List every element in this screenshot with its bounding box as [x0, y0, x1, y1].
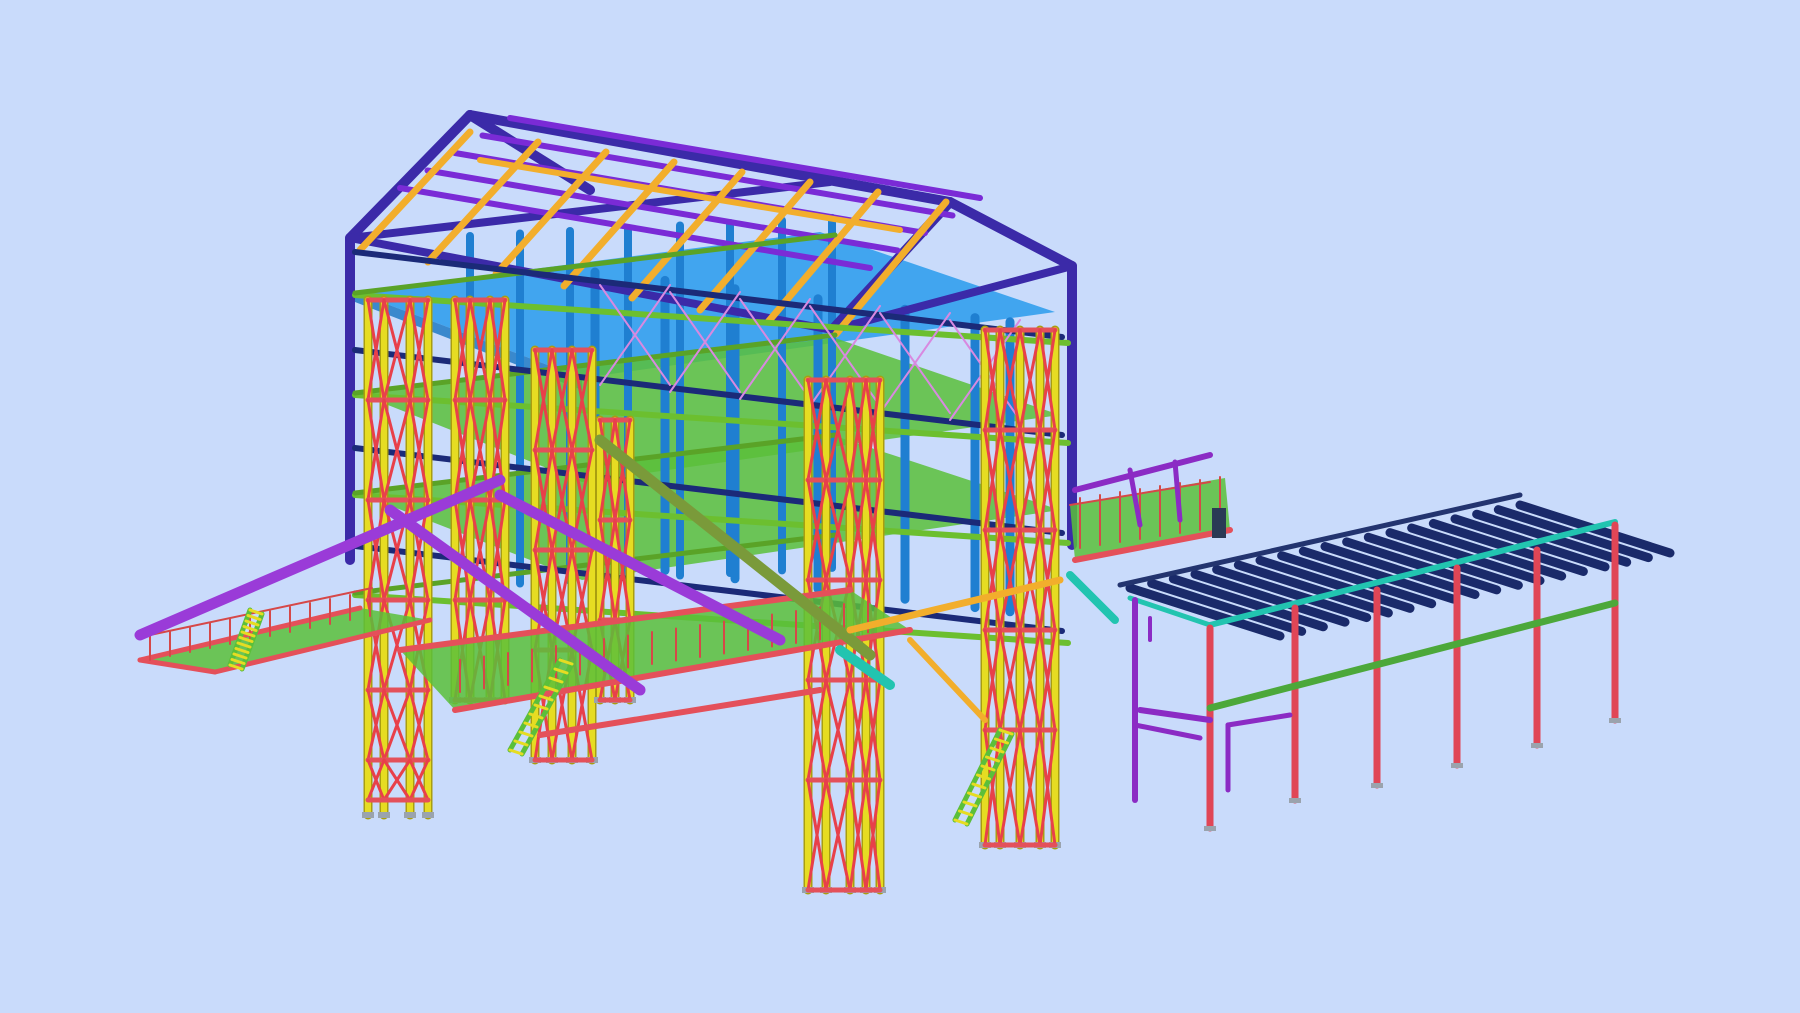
base-plate: [362, 812, 374, 818]
model-viewport[interactable]: [0, 0, 1800, 1013]
canopy-base-plate: [1204, 826, 1216, 831]
base-plate: [422, 812, 434, 818]
base-plate: [404, 812, 416, 818]
canopy-base-plate: [1289, 798, 1301, 803]
canopy-base-plate: [1451, 763, 1463, 768]
structural-model-3d-view[interactable]: [0, 0, 1800, 1013]
canopy-base-plate: [1531, 743, 1543, 748]
base-plate: [378, 812, 390, 818]
canopy-base-plate: [1609, 718, 1621, 723]
pipe-end-cap: [1212, 508, 1226, 538]
canopy-base-plate: [1371, 783, 1383, 788]
